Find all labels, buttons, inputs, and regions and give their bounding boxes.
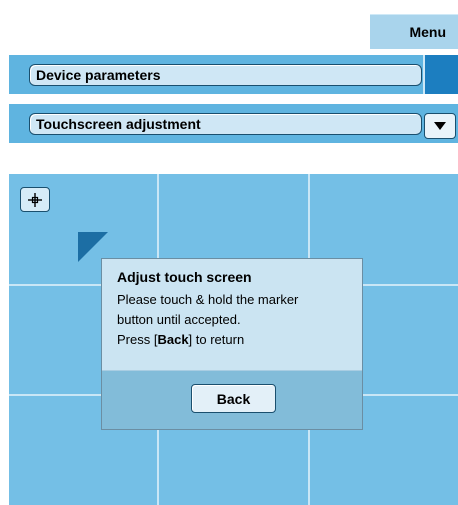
menu-button[interactable]: Menu — [370, 14, 458, 49]
dropdown-button[interactable] — [424, 113, 456, 139]
crosshair-icon — [28, 192, 42, 207]
scrollbar-thumb[interactable] — [423, 55, 458, 94]
device-parameters-label: Device parameters — [36, 67, 161, 83]
menu-label: Menu — [409, 24, 446, 40]
dialog-instruction-line: Please touch & hold the marker — [117, 292, 299, 307]
dialog-title: Adjust touch screen — [117, 269, 252, 285]
dialog-instruction-line: button until accepted. — [117, 312, 241, 327]
touchscreen-adjustment-field[interactable]: Touchscreen adjustment — [29, 113, 422, 135]
dialog-hint-suffix: ] to return — [188, 332, 245, 347]
row-device-parameters: Device parameters — [9, 55, 458, 94]
back-label: Back — [216, 390, 251, 407]
calibration-screen[interactable]: Adjust touch screen Please touch & hold … — [9, 174, 458, 505]
dialog-hint-prefix: Press [ — [117, 332, 158, 347]
dialog-hint-keyword: Back — [157, 332, 189, 347]
row-touchscreen-adjustment: Touchscreen adjustment — [9, 104, 458, 143]
dialog-footer: Back — [102, 370, 362, 429]
adjust-touch-dialog: Adjust touch screen Please touch & hold … — [101, 258, 363, 430]
triangle-down-icon — [434, 122, 446, 130]
device-parameters-field[interactable]: Device parameters — [29, 64, 422, 86]
touchscreen-adjustment-label: Touchscreen adjustment — [36, 116, 201, 132]
dialog-return-hint: Press [Back] to return — [117, 330, 348, 350]
back-button[interactable]: Back — [191, 384, 276, 413]
crosshair-button[interactable] — [20, 187, 50, 212]
